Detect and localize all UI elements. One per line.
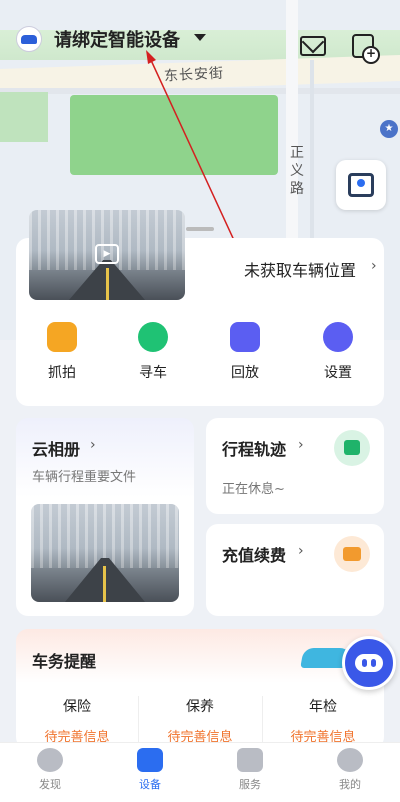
assistant-robot-button[interactable] (342, 636, 396, 690)
scan-icon (348, 173, 374, 197)
function-snap-button[interactable]: 抓拍 (32, 322, 92, 382)
chevron-down-icon[interactable] (194, 34, 206, 41)
cup-icon (334, 430, 370, 466)
drag-handle[interactable] (186, 227, 214, 231)
function-find-car-button[interactable]: 寻车 (123, 322, 183, 382)
function-label: 回放 (231, 365, 259, 381)
gear-icon (323, 322, 353, 352)
tab-profile[interactable]: 我的 (320, 748, 380, 792)
scan-button[interactable] (336, 160, 386, 210)
device-icon (137, 748, 163, 772)
tv-icon: ▶ (95, 244, 119, 264)
function-settings-button[interactable]: 设置 (308, 322, 368, 382)
header: 请绑定智能设备 (0, 0, 400, 80)
device-selector-title[interactable]: 请绑定智能设备 (54, 26, 180, 52)
live-preview-thumbnail[interactable]: ▶ (29, 210, 185, 300)
tab-label: 设备 (139, 778, 161, 791)
vehicle-location-link[interactable]: 未获取车辆位置 (244, 257, 356, 281)
trip-status: 正在休息~ (222, 482, 285, 497)
chevron-right-icon: › (298, 543, 304, 559)
cloud-album-subtitle: 车辆行程重要文件 (32, 470, 137, 485)
car-avatar-icon (16, 26, 42, 52)
map-label-road-char: 义 (290, 163, 305, 179)
map-park (70, 95, 278, 175)
album-thumbnail[interactable] (31, 504, 179, 602)
function-label: 设置 (324, 365, 352, 381)
mail-icon[interactable] (300, 36, 326, 56)
compass-icon[interactable]: ★ (380, 120, 398, 138)
discover-icon (37, 748, 63, 772)
reminder-insurance[interactable]: 保险 待完善信息 (22, 696, 132, 745)
tab-discover[interactable]: 发现 (20, 748, 80, 792)
function-label: 抓拍 (48, 365, 76, 381)
reminder-inspection[interactable]: 年检 待完善信息 (268, 696, 378, 745)
divider (262, 696, 263, 742)
tab-label: 服务 (239, 778, 261, 791)
chevron-right-icon[interactable]: › (371, 258, 377, 274)
cloud-album-title: 云相册 (32, 440, 81, 459)
smiley-icon (337, 748, 363, 772)
robot-face-icon (355, 654, 383, 672)
function-playback-button[interactable]: 回放 (215, 322, 275, 382)
tab-service[interactable]: 服务 (220, 748, 280, 792)
camera-snap-icon (47, 322, 77, 352)
vehicle-reminder-title: 车务提醒 (32, 652, 97, 671)
thumbnail-road-line (103, 566, 106, 602)
shopping-bag-icon (237, 748, 263, 772)
map-label-road-char: 正 (290, 145, 305, 161)
map-road-side (0, 88, 400, 94)
reminder-label: 保险 (63, 699, 91, 715)
thumbnail-road-line (106, 268, 109, 300)
trip-track-title: 行程轨迹 (222, 440, 287, 459)
tab-device[interactable]: 设备 (120, 748, 180, 792)
divider (138, 696, 139, 742)
recharge-title: 充值续费 (222, 546, 287, 565)
map-label-road-char: 路 (290, 181, 305, 197)
add-device-icon[interactable] (352, 34, 380, 64)
tab-label: 发现 (39, 778, 61, 791)
reminder-maintenance[interactable]: 保养 待完善信息 (145, 696, 255, 745)
reminder-label: 保养 (186, 699, 214, 715)
find-car-icon (138, 322, 168, 352)
wallet-icon (334, 536, 370, 572)
chevron-right-icon: › (298, 437, 304, 453)
map-park-small (0, 92, 48, 142)
function-label: 寻车 (139, 365, 167, 381)
chevron-right-icon: › (90, 437, 96, 453)
tab-label: 我的 (339, 778, 361, 791)
reminder-label: 年检 (309, 699, 337, 715)
playback-icon (230, 322, 260, 352)
